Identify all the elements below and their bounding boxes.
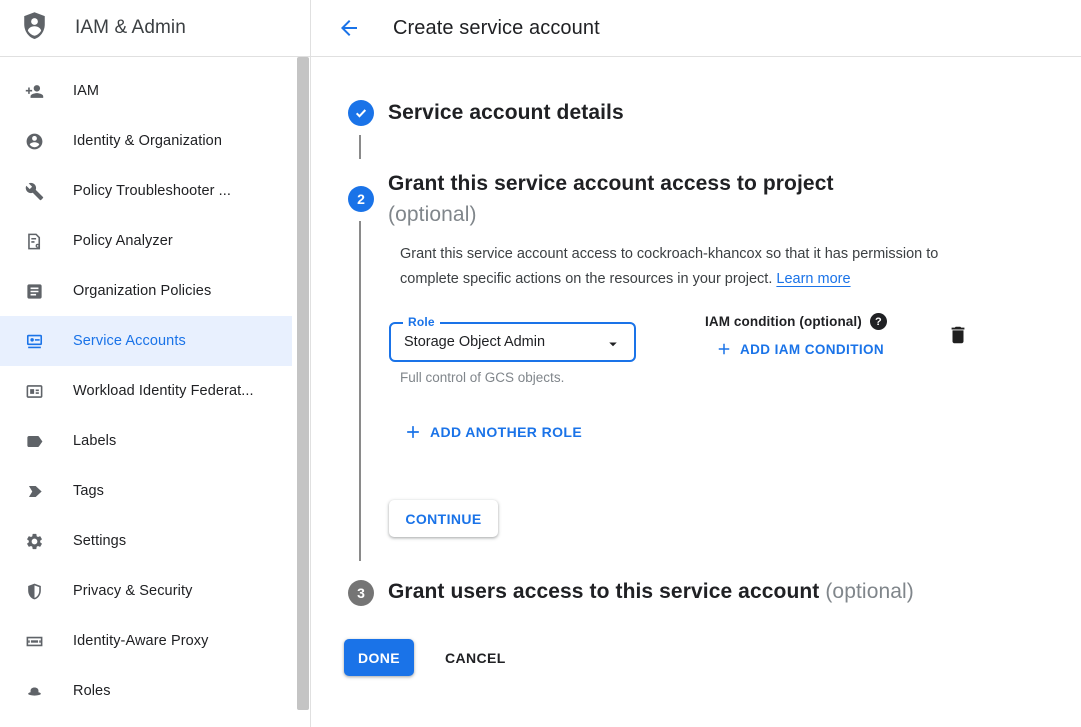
proxy-icon <box>24 631 44 651</box>
step2-title: Grant this service account access to pro… <box>388 168 948 230</box>
stepper-connector <box>359 135 361 159</box>
back-arrow-icon[interactable] <box>337 16 361 40</box>
done-button[interactable]: DONE <box>344 639 414 676</box>
card-icon <box>24 381 44 401</box>
sidebar-item-label: Organization Policies <box>73 283 211 299</box>
continue-button[interactable]: CONTINUE <box>389 500 498 537</box>
sidebar-item-label: Roles <box>73 683 111 699</box>
sidebar-item-service-accounts[interactable]: Service Accounts <box>0 316 292 366</box>
sidebar-item-label: Policy Analyzer <box>73 233 173 249</box>
product-header: IAM & Admin <box>0 0 310 56</box>
step2-description-text: Grant this service account access to coc… <box>400 246 938 287</box>
step2-description: Grant this service account access to coc… <box>400 242 982 292</box>
add-iam-condition-label: ADD IAM CONDITION <box>740 342 884 357</box>
sidebar-item-workload-identity-federation[interactable]: Workload Identity Federat... <box>0 366 292 416</box>
sidebar-item-privacy-security[interactable]: Privacy & Security <box>0 566 292 616</box>
shield-half-icon <box>24 581 44 601</box>
sidebar-item-label: Service Accounts <box>73 333 186 349</box>
sidebar-item-label: Identity & Organization <box>73 133 222 149</box>
sidebar-item-iam[interactable]: IAM <box>0 66 292 116</box>
plus-icon <box>403 422 423 442</box>
sidebar-item-label: Settings <box>73 533 126 549</box>
sidebar-scrollbar[interactable] <box>297 57 309 710</box>
sidebar: IAM Identity & Organization Policy Troub… <box>0 57 310 727</box>
sidebar-item-settings[interactable]: Settings <box>0 516 292 566</box>
page-title: Create service account <box>393 17 600 40</box>
sidebar-item-label: Tags <box>73 483 104 499</box>
cancel-button[interactable]: CANCEL <box>427 639 524 676</box>
sidebar-item-organization-policies[interactable]: Organization Policies <box>0 266 292 316</box>
step3-optional-label: (optional) <box>825 580 914 603</box>
role-selected-value: Storage Object Admin <box>404 334 545 350</box>
sidebar-item-label: Privacy & Security <box>73 583 192 599</box>
plus-icon <box>715 340 733 358</box>
iam-admin-shield-icon <box>20 10 49 46</box>
account-circle-icon <box>24 131 44 151</box>
help-glyph: ? <box>875 316 882 328</box>
sidebar-item-label: Policy Troubleshooter ... <box>73 183 231 199</box>
step3-number-badge: 3 <box>348 580 374 606</box>
step2-number-badge: 2 <box>348 186 374 212</box>
iam-condition-header: IAM condition (optional) ? <box>705 313 887 330</box>
person-add-icon <box>24 81 44 101</box>
sidebar-item-labels[interactable]: Labels <box>0 416 292 466</box>
gcp-console-window: IAM & Admin Create service account IAM I… <box>0 0 1081 727</box>
add-iam-condition-button[interactable]: ADD IAM CONDITION <box>715 340 884 358</box>
sidebar-item-policy-analyzer[interactable]: Policy Analyzer <box>0 216 292 266</box>
sidebar-nav: IAM Identity & Organization Policy Troub… <box>0 66 292 716</box>
add-another-role-label: ADD ANOTHER ROLE <box>430 424 582 440</box>
delete-role-trash-icon[interactable] <box>946 324 970 348</box>
sidebar-item-policy-troubleshooter[interactable]: Policy Troubleshooter ... <box>0 166 292 216</box>
page-header: Create service account <box>310 0 1081 56</box>
stepper-connector <box>359 221 361 561</box>
hat-icon <box>24 681 44 701</box>
sidebar-item-identity-aware-proxy[interactable]: Identity-Aware Proxy <box>0 616 292 666</box>
step2-title-text: Grant this service account access to pro… <box>388 172 834 195</box>
sidebar-item-label: Labels <box>73 433 116 449</box>
help-icon[interactable]: ? <box>870 313 887 330</box>
wrench-icon <box>24 181 44 201</box>
sidebar-item-label: Identity-Aware Proxy <box>73 633 209 649</box>
product-title: IAM & Admin <box>75 17 186 39</box>
step2-number: 2 <box>357 191 365 207</box>
top-header: IAM & Admin Create service account <box>0 0 1081 57</box>
step3-title-text: Grant users access to this service accou… <box>388 580 819 603</box>
label-icon <box>24 431 44 451</box>
role-field-label: Role <box>403 315 440 329</box>
step3-number: 3 <box>357 585 365 601</box>
step1-title: Service account details <box>388 101 624 125</box>
add-another-role-button[interactable]: ADD ANOTHER ROLE <box>403 422 582 442</box>
iam-condition-label: IAM condition (optional) <box>705 314 862 329</box>
sidebar-item-label: IAM <box>73 83 99 99</box>
article-icon <box>24 281 44 301</box>
learn-more-link[interactable]: Learn more <box>776 271 850 287</box>
sidebar-item-identity-organization[interactable]: Identity & Organization <box>0 116 292 166</box>
dropdown-caret-icon <box>604 335 622 353</box>
service-account-icon <box>24 331 44 351</box>
role-select[interactable]: Role Storage Object Admin <box>389 322 636 362</box>
role-helper-text: Full control of GCS objects. <box>400 370 564 385</box>
step2-optional-label: (optional) <box>388 199 948 230</box>
step1-completed-check-icon <box>348 100 374 126</box>
sidebar-item-label: Workload Identity Federat... <box>73 383 254 399</box>
policy-analyzer-icon <box>24 231 44 251</box>
tag-arrow-icon <box>24 481 44 501</box>
main-content: Service account details 2 Grant this ser… <box>311 57 1081 727</box>
step3-title: Grant users access to this service accou… <box>388 580 914 604</box>
sidebar-item-roles[interactable]: Roles <box>0 666 292 716</box>
gear-icon <box>24 531 44 551</box>
sidebar-item-tags[interactable]: Tags <box>0 466 292 516</box>
